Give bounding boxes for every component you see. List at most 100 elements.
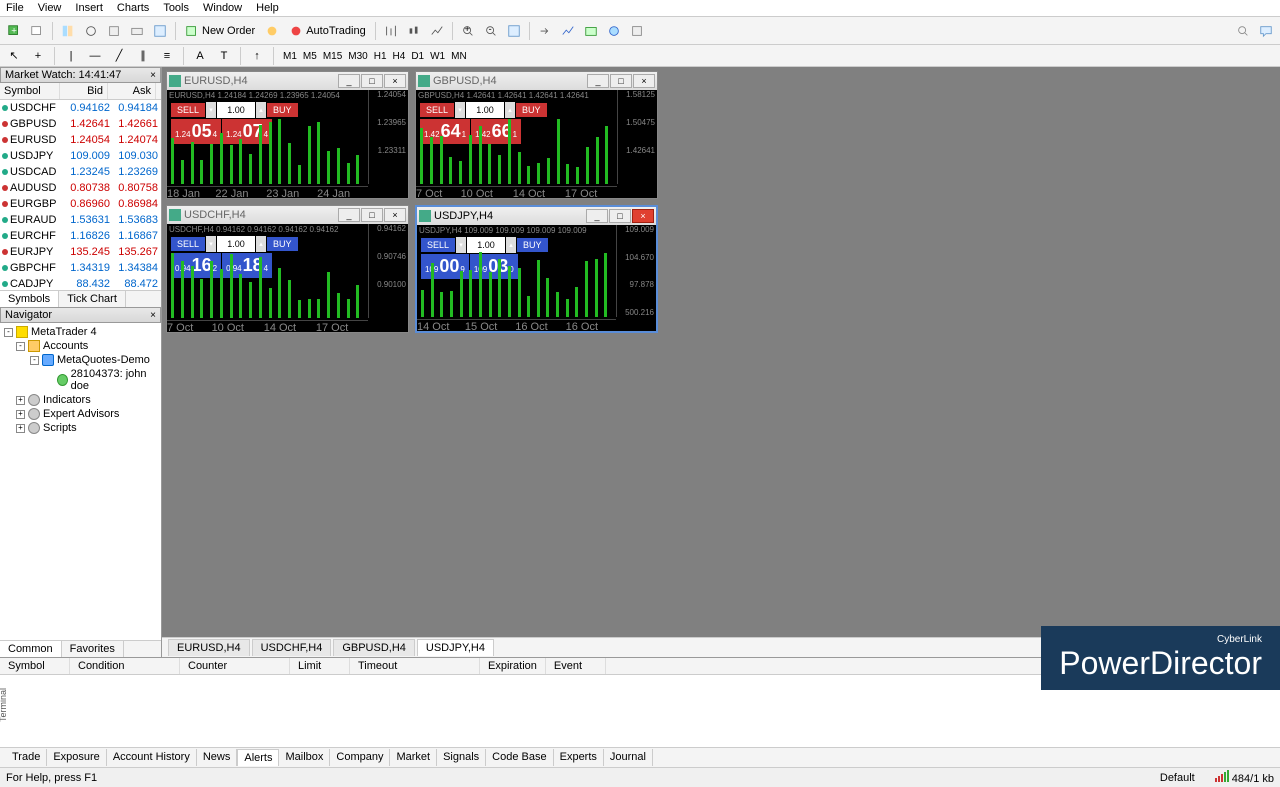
term-tab-alerts[interactable]: Alerts	[237, 749, 279, 766]
market-watch-row[interactable]: CADJPY88.43288.472	[0, 276, 161, 290]
term-col-expiration[interactable]: Expiration	[480, 658, 546, 674]
nav-item[interactable]: -MetaQuotes-Demo	[2, 353, 159, 367]
expand-icon[interactable]: +	[16, 410, 25, 419]
strategy-tester-icon[interactable]	[150, 21, 170, 41]
market-watch-row[interactable]: USDJPY109.009109.030	[0, 148, 161, 164]
timeframe-w1[interactable]: W1	[427, 50, 448, 63]
timeframe-m5[interactable]: M5	[300, 50, 320, 63]
bar-chart-icon[interactable]	[381, 21, 401, 41]
timeframe-m1[interactable]: M1	[280, 50, 300, 63]
term-col-event[interactable]: Event	[546, 658, 606, 674]
term-col-limit[interactable]: Limit	[290, 658, 350, 674]
close-button[interactable]: ×	[384, 74, 406, 88]
chart-titlebar[interactable]: GBPUSD,H4 _ □ ×	[416, 72, 657, 90]
menu-view[interactable]: View	[38, 2, 62, 14]
chart-window[interactable]: EURUSD,H4 _ □ × EURUSD,H4 1.24184 1.2426…	[166, 71, 409, 199]
nav-item[interactable]: +Indicators	[2, 393, 159, 407]
metaquotes-icon[interactable]	[262, 21, 282, 41]
nav-item[interactable]: +Expert Advisors	[2, 407, 159, 421]
timeframe-m30[interactable]: M30	[345, 50, 370, 63]
market-watch-row[interactable]: EURGBP0.869600.86984	[0, 196, 161, 212]
expand-icon[interactable]: -	[30, 356, 39, 365]
chart-body[interactable]: GBPUSD,H4 1.42641 1.42641 1.42641 1.4264…	[416, 90, 657, 198]
new-order-button[interactable]: New Order	[181, 24, 259, 38]
minimize-button[interactable]: _	[338, 208, 360, 222]
zoom-in-icon[interactable]: +	[458, 21, 478, 41]
new-chart-icon[interactable]: +	[4, 21, 24, 41]
chart-shift-icon[interactable]	[535, 21, 555, 41]
timeframe-h4[interactable]: H4	[390, 50, 409, 63]
market-watch-row[interactable]: AUDUSD0.807380.80758	[0, 180, 161, 196]
market-watch-row[interactable]: USDCHF0.941620.94184	[0, 100, 161, 116]
maximize-button[interactable]: □	[361, 74, 383, 88]
nav-item[interactable]: +Scripts	[2, 421, 159, 435]
channel-icon[interactable]: ∥	[133, 46, 153, 66]
column-bid[interactable]: Bid	[60, 83, 108, 99]
market-watch-icon[interactable]	[58, 21, 78, 41]
chart-titlebar[interactable]: USDCHF,H4 _ □ ×	[167, 206, 408, 224]
term-tab-market[interactable]: Market	[390, 749, 437, 766]
term-tab-company[interactable]: Company	[330, 749, 390, 766]
search-icon[interactable]	[1233, 21, 1253, 41]
templates-icon[interactable]	[604, 21, 624, 41]
timeframe-m15[interactable]: M15	[320, 50, 345, 63]
expand-icon[interactable]: +	[16, 424, 25, 433]
connection-status[interactable]: 484/1 kb	[1215, 770, 1274, 785]
arrows-icon[interactable]: ↑	[247, 46, 267, 66]
term-tab-journal[interactable]: Journal	[604, 749, 653, 766]
chart-titlebar[interactable]: EURUSD,H4 _ □ ×	[167, 72, 408, 90]
nav-item[interactable]: 28104373: john doe	[2, 367, 159, 393]
menu-window[interactable]: Window	[203, 2, 242, 14]
cursor-icon[interactable]: ↖	[4, 46, 24, 66]
menu-insert[interactable]: Insert	[75, 2, 103, 14]
nav-tab-common[interactable]: Common	[0, 641, 62, 657]
term-col-timeout[interactable]: Timeout	[350, 658, 480, 674]
chart-window[interactable]: USDCHF,H4 _ □ × USDCHF,H4 0.94162 0.9416…	[166, 205, 409, 333]
minimize-button[interactable]: _	[587, 74, 609, 88]
column-ask[interactable]: Ask	[108, 83, 156, 99]
periodicity-icon[interactable]	[581, 21, 601, 41]
menu-charts[interactable]: Charts	[117, 2, 149, 14]
chart-tab[interactable]: GBPUSD,H4	[333, 639, 415, 656]
indicators-icon[interactable]	[558, 21, 578, 41]
nav-item[interactable]: -Accounts	[2, 339, 159, 353]
candle-chart-icon[interactable]	[404, 21, 424, 41]
market-watch-row[interactable]: EURCHF1.168261.16867	[0, 228, 161, 244]
line-chart-icon[interactable]	[427, 21, 447, 41]
term-col-symbol[interactable]: Symbol	[0, 658, 70, 674]
mw-tab-symbols[interactable]: Symbols	[0, 291, 59, 307]
nav-root[interactable]: - MetaTrader 4	[2, 325, 159, 339]
chart-tab[interactable]: USDCHF,H4	[252, 639, 332, 656]
menu-file[interactable]: File	[6, 2, 24, 14]
close-icon[interactable]: ×	[150, 310, 156, 321]
terminal-icon[interactable]	[127, 21, 147, 41]
market-watch-row[interactable]: GBPCHF1.343191.34384	[0, 260, 161, 276]
maximize-button[interactable]: □	[609, 209, 631, 223]
autotrading-button[interactable]: AutoTrading	[285, 24, 370, 38]
close-icon[interactable]: ×	[150, 70, 156, 81]
expand-icon[interactable]: -	[16, 342, 25, 351]
term-col-counter[interactable]: Counter	[180, 658, 290, 674]
timeframe-d1[interactable]: D1	[408, 50, 427, 63]
minimize-button[interactable]: _	[338, 74, 360, 88]
term-tab-news[interactable]: News	[197, 749, 238, 766]
text-label-icon[interactable]: T	[214, 46, 234, 66]
crosshair-icon[interactable]: +	[28, 46, 48, 66]
maximize-button[interactable]: □	[361, 208, 383, 222]
chat-icon[interactable]	[1256, 21, 1276, 41]
term-tab-exposure[interactable]: Exposure	[47, 749, 106, 766]
auto-scroll-icon[interactable]	[504, 21, 524, 41]
chart-window[interactable]: USDJPY,H4 _ □ × USDJPY,H4 109.009 109.00…	[415, 205, 658, 333]
term-tab-signals[interactable]: Signals	[437, 749, 486, 766]
market-watch-row[interactable]: EURJPY135.245135.267	[0, 244, 161, 260]
trendline-icon[interactable]: ╱	[109, 46, 129, 66]
fibonacci-icon[interactable]: ≡	[157, 46, 177, 66]
zoom-out-icon[interactable]: -	[481, 21, 501, 41]
market-watch-row[interactable]: USDCAD1.232451.23269	[0, 164, 161, 180]
chart-body[interactable]: USDCHF,H4 0.94162 0.94162 0.94162 0.9416…	[167, 224, 408, 332]
data-window-icon[interactable]	[81, 21, 101, 41]
chart-titlebar[interactable]: USDJPY,H4 _ □ ×	[417, 207, 656, 225]
vertical-line-icon[interactable]: |	[61, 46, 81, 66]
market-watch-row[interactable]: GBPUSD1.426411.42661	[0, 116, 161, 132]
profiles-icon[interactable]	[27, 21, 47, 41]
